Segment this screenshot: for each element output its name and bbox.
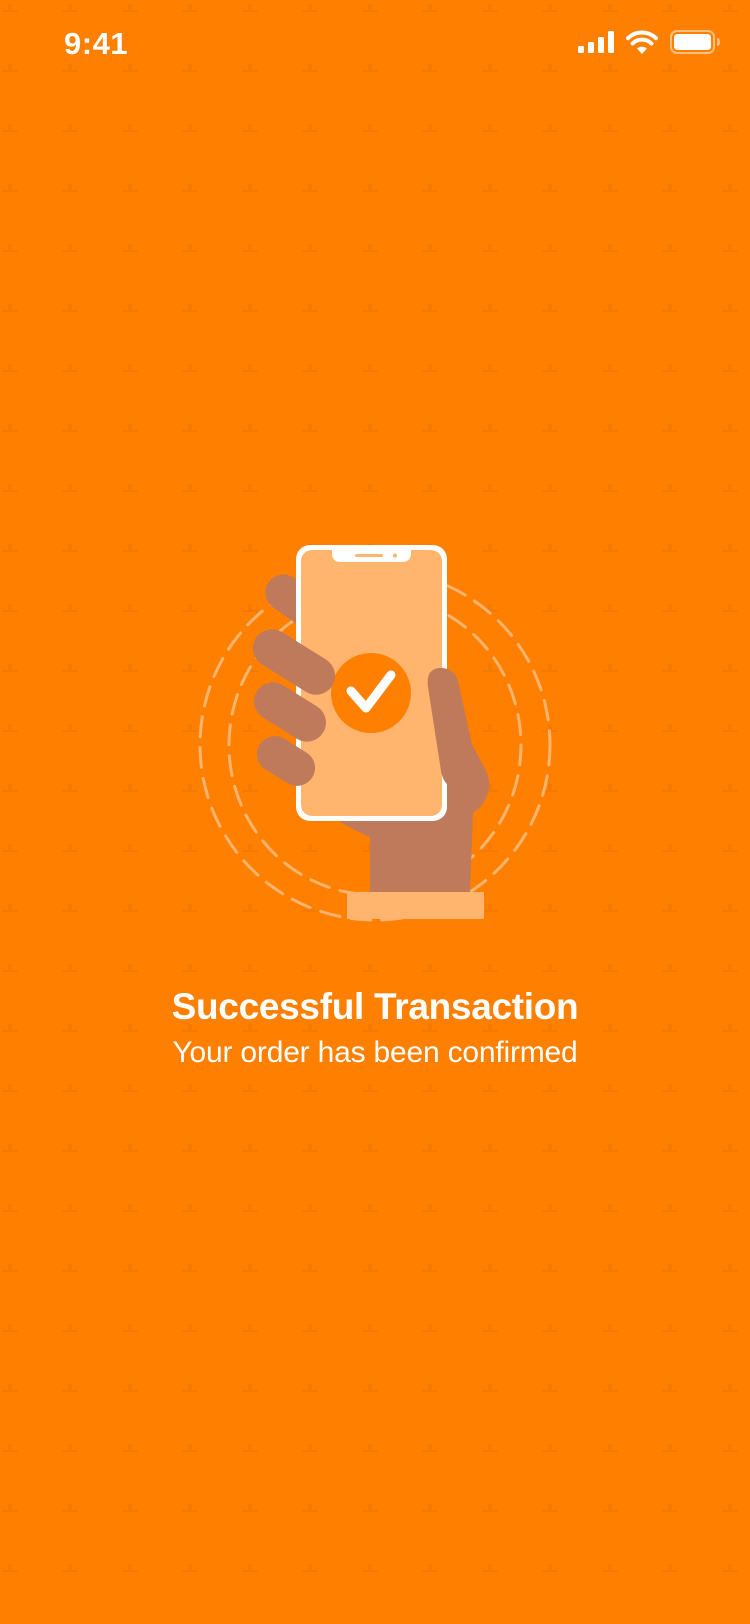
success-screen: 9:41 Successful Transaction Your order h… <box>0 0 750 1624</box>
hand-holding-phone-checkmark-icon <box>198 545 552 922</box>
success-title: Successful Transaction <box>171 986 579 1027</box>
success-subtitle: Your order has been confirmed <box>172 1036 578 1069</box>
status-bar: 9:41 <box>0 0 750 90</box>
confirmation-message: Successful Transaction Your order has be… <box>0 985 750 1073</box>
status-icons <box>578 30 720 54</box>
cellular-signal-icon <box>578 31 614 53</box>
battery-icon <box>670 30 720 54</box>
status-time: 9:41 <box>64 26 129 61</box>
wifi-icon <box>626 30 658 54</box>
